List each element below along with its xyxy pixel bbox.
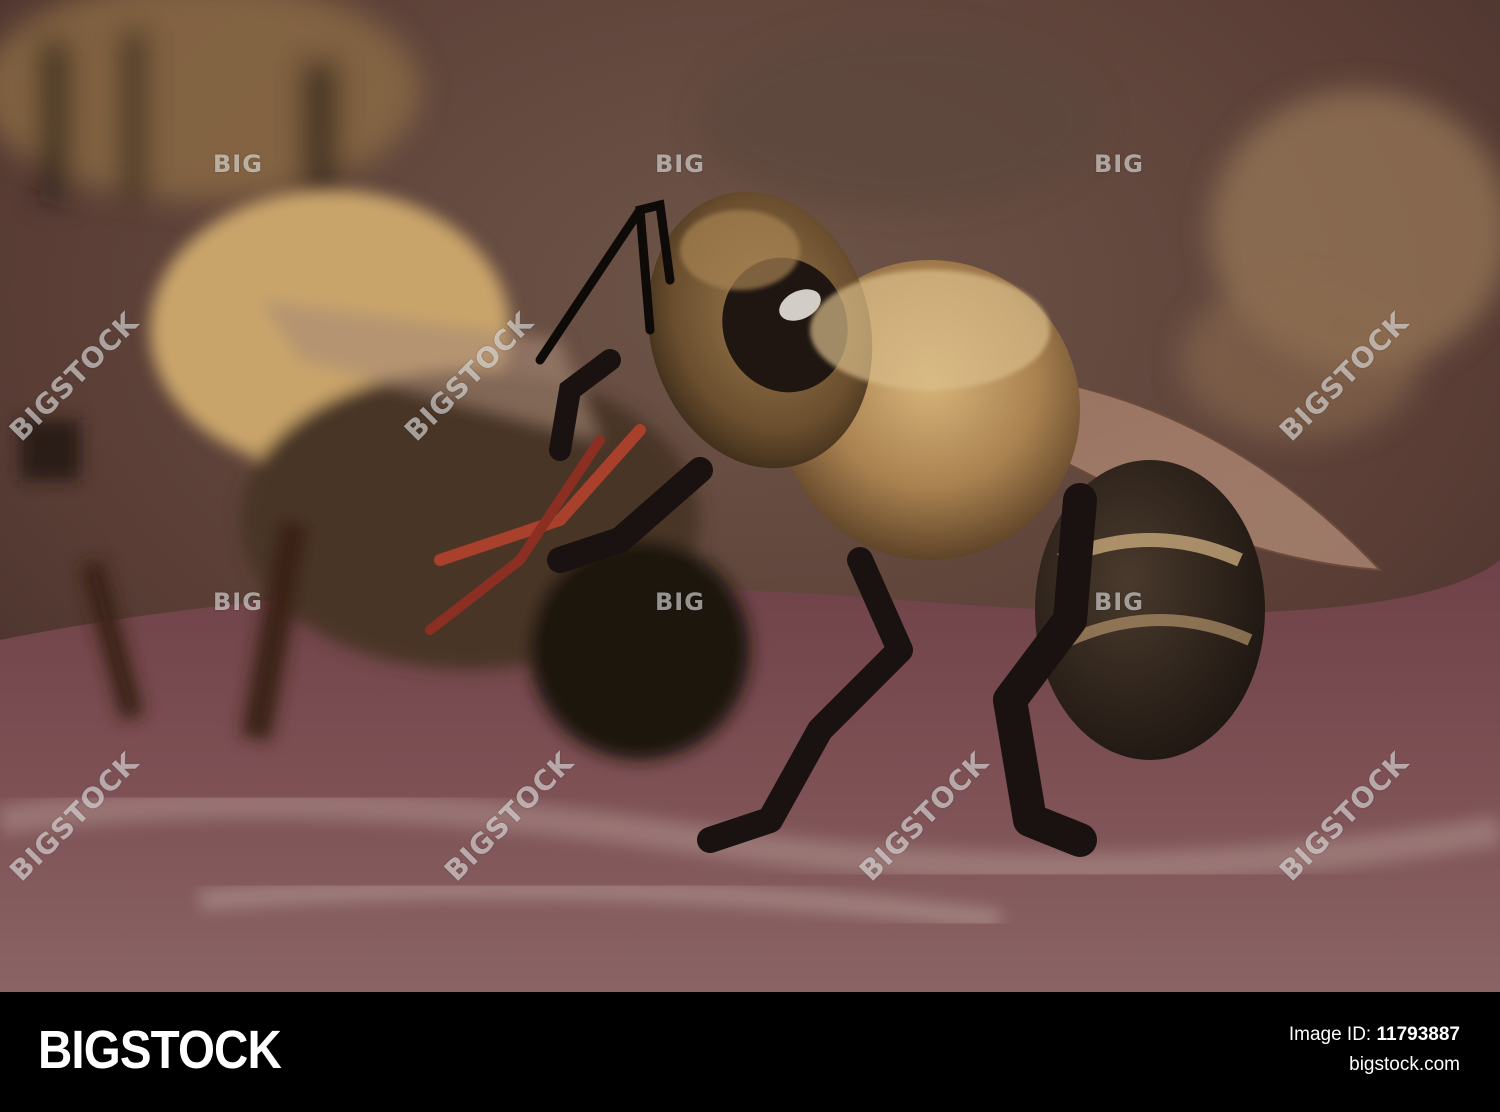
image-id-label: Image ID: [1288,1024,1372,1045]
image-meta: Image ID: 11793887 bigstock.com [1289,1020,1460,1080]
footer-bar: BIGSTOCK Image ID: 11793887 bigstock.com [0,992,1500,1112]
site-url: bigstock.com [1349,1054,1460,1075]
bee-illustration [0,0,1500,992]
brand-logo: BIGSTOCK [38,1020,282,1080]
image-id-value: 11793887 [1376,1024,1461,1045]
image-id-row: Image ID: 11793887 [1289,1020,1460,1050]
bee-photo: BIG BIG BIG BIG BIG BIG BIGSTOCK BIGSTOC… [0,0,1500,992]
